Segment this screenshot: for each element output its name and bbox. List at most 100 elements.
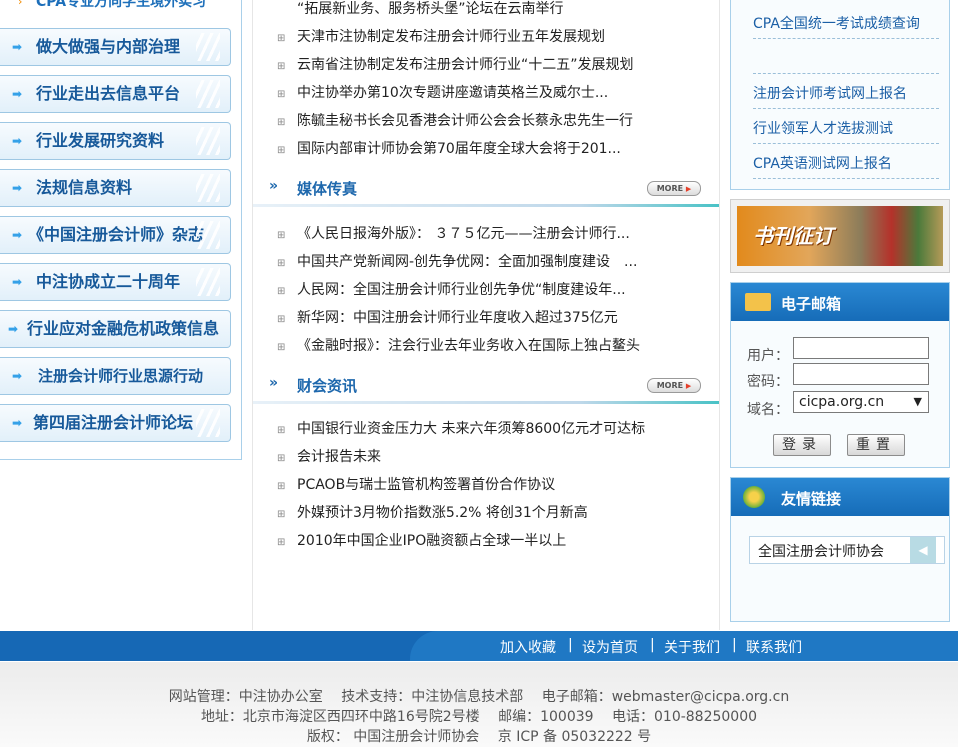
news-item[interactable]: “拓展新业务、服务桥头堡”论坛在云南举行 [277, 0, 564, 18]
footer-links: 加入收藏 | 设为首页 | 关于我们 | 联系我们 [410, 631, 958, 661]
link-english-test[interactable]: CPA英语测试网上报名 [753, 150, 939, 179]
footer-bar: 加入收藏 | 设为首页 | 关于我们 | 联系我们 [0, 631, 958, 661]
footer-link-bookmark[interactable]: 加入收藏 [500, 637, 556, 657]
bullet-icon: ⊞ [277, 342, 286, 353]
bullet-icon: ⊞ [277, 481, 286, 492]
footer-copyright-line: 版权： 中国注册会计师协会 京 ICP 备 05032222 号 [306, 729, 652, 745]
news-item[interactable]: ⊞ 新华网：中国注册会计师行业年度收入超过375亿元 [277, 307, 618, 327]
nav-item-governance[interactable]: ➡ 做大做强与内部治理 [0, 28, 231, 66]
domain-select[interactable]: cicpa.org.cn ▼ [793, 391, 929, 413]
news-item[interactable]: ⊞ 国际内部审计师协会第70届年度全球大会将于201... [277, 138, 621, 158]
arrow-icon: ➡ [12, 275, 23, 289]
decor-stripes [196, 33, 220, 61]
nav-item-label: 法规信息资料 [36, 178, 133, 197]
bullet-icon: ⊞ [277, 453, 286, 464]
news-title: “拓展新业务、服务桥头堡”论坛在云南举行 [297, 1, 564, 17]
selected-link: 全国注册会计师协会 [758, 544, 884, 560]
scroll-left-icon[interactable]: ◀ [910, 537, 936, 563]
decor-stripes [196, 221, 220, 249]
news-item[interactable]: ⊞ 会计报告未来 [277, 446, 381, 466]
news-item[interactable]: ⊞ 中注协举办第10次专题讲座邀请英格兰及威尔士... [277, 82, 608, 102]
news-title: 新华网：中国注册会计师行业年度收入超过375亿元 [297, 310, 618, 326]
news-item[interactable]: ⊞ 人民网：全国注册会计师行业创先争优“制度建设年... [277, 279, 626, 299]
arrow-icon: › [18, 0, 23, 8]
arrow-icon: ➡ [12, 228, 23, 242]
reset-button[interactable]: 重置 [847, 434, 905, 456]
footer-link-homepage[interactable]: 设为首页 [582, 637, 638, 657]
arrow-icon: ▶ [685, 382, 692, 390]
news-title: 外媒预计3月物价指数涨5.2% 将创31个月新高 [297, 505, 588, 521]
bullet-icon: ⊞ [277, 258, 286, 269]
news-title: 会计报告未来 [297, 449, 381, 465]
news-title: 人民网：全国注册会计师行业创先争优“制度建设年... [297, 282, 626, 298]
left-nav: › CPA专业方向学生境外实习 ➡ 做大做强与内部治理 ➡ 行业走出去信息平台 … [0, 0, 242, 460]
news-item[interactable]: ⊞ 《人民日报海外版》： ３７５亿元——注册会计师行... [277, 223, 630, 243]
nav-item-research[interactable]: ➡ 行业发展研究资料 [0, 122, 231, 160]
arrow-icon: ➡ [12, 181, 23, 195]
news-title: 中注协举办第10次专题讲座邀请英格兰及威尔士... [297, 85, 609, 101]
nav-item-label: 第四届注册会计师论坛 [33, 413, 194, 432]
footer-address-line: 地址：北京市海淀区西四环中路16号院2号楼 邮编：100039 电话：010-8… [200, 709, 758, 725]
nav-item-anniversary[interactable]: ➡ 中注协成立二十周年 [0, 263, 231, 301]
subscription-banner[interactable]: 书刊征订 [730, 199, 950, 273]
news-column: “拓展新业务、服务桥头堡”论坛在云南举行 ⊞ 天津市注协制定发布注册会计师行业五年… [252, 0, 720, 630]
news-title: 云南省注协制定发布注册会计师行业“十二五”发展规划 [297, 57, 634, 73]
panel-title: 友情链接 [781, 490, 842, 508]
quick-links-panel: CPA全国统一考试成绩查询 注册会计师考试网上报名 行业领军人才选拔测试 CPA… [730, 0, 950, 190]
news-item[interactable]: ⊞ 陈毓圭秘书长会见香港会计师公会会长蔡永忠先生一行 [277, 110, 633, 130]
nav-item-siyuan[interactable]: ➡ 注册会计师行业思源行动 [0, 357, 231, 395]
link-talent-test[interactable]: 行业领军人才选拔测试 [753, 115, 939, 144]
section-header-finance: » 财会资讯 MORE ▶ [253, 373, 719, 404]
more-button[interactable]: MORE ▶ [647, 378, 701, 393]
footer-separator: | [650, 637, 655, 653]
link-cpa-score-query[interactable]: CPA全国统一考试成绩查询 [753, 10, 939, 39]
footer-separator: | [568, 637, 573, 653]
envelope-icon [745, 293, 771, 311]
news-item[interactable]: ⊞ 2010年中国企业IPO融资额占全球一半以上 [277, 530, 566, 550]
arrow-icon: ➡ [12, 87, 23, 101]
news-item[interactable]: ⊞ PCAOB与瑞士监管机构签署首份合作协议 [277, 474, 555, 494]
bullet-icon: ⊞ [277, 117, 286, 128]
arrow-icon: ➡ [12, 369, 23, 383]
news-item[interactable]: ⊞ 云南省注协制定发布注册会计师行业“十二五”发展规划 [277, 54, 634, 74]
nav-item-label: CPA专业方向学生境外实习 [36, 0, 207, 10]
link-exam-registration[interactable]: 注册会计师考试网上报名 [753, 80, 939, 109]
username-input[interactable] [793, 337, 929, 359]
footer-link-about[interactable]: 关于我们 [664, 637, 720, 657]
login-button[interactable]: 登录 [773, 434, 831, 456]
nav-item-crisis-policy[interactable]: ➡ 行业应对金融危机政策信息 [0, 310, 231, 348]
section-title: 媒体传真 [297, 180, 358, 198]
news-title: 国际内部审计师协会第70届年度全球大会将于201... [297, 141, 621, 157]
decor-stripes [196, 409, 220, 437]
nav-item-magazine[interactable]: ➡ 《中国注册会计师》杂志 [0, 216, 231, 254]
news-item[interactable]: ⊞ 中国共产党新闻网-创先争优网：全面加强制度建设 ... [277, 251, 637, 271]
domain-label: 域名： [747, 402, 789, 418]
nav-item-going-out[interactable]: ➡ 行业走出去信息平台 [0, 75, 231, 113]
footer-link-contact[interactable]: 联系我们 [746, 637, 802, 657]
chevron-down-icon: ▼ [913, 395, 922, 408]
arrow-icon: ➡ [12, 40, 23, 54]
friend-links-header: 友情链接 [731, 478, 949, 516]
decor-stripes [196, 174, 220, 202]
nav-item-label: 《中国注册会计师》杂志 [28, 225, 205, 244]
more-button[interactable]: MORE ▶ [647, 181, 701, 196]
bullet-icon: ⊞ [277, 230, 286, 241]
link-blank[interactable] [753, 45, 939, 74]
nav-item-regulations[interactable]: ➡ 法规信息资料 [0, 169, 231, 207]
news-item[interactable]: ⊞ 中国银行业资金压力大 未来六年须筹8600亿元才可达标 [277, 418, 645, 438]
section-header-media: » 媒体传真 MORE ▶ [253, 176, 719, 207]
friend-links-panel: 友情链接 全国注册会计师协会 ◀ [730, 477, 950, 622]
arrow-icon: ➡ [8, 322, 19, 336]
nav-item-top[interactable]: › CPA专业方向学生境外实习 [0, 0, 231, 14]
email-panel-header: 电子邮箱 [731, 283, 949, 321]
arrow-icon: ▶ [685, 185, 692, 193]
friend-links-select[interactable]: 全国注册会计师协会 ◀ [749, 536, 945, 564]
bullet-icon: ⊞ [277, 425, 286, 436]
news-item[interactable]: ⊞ 天津市注协制定发布注册会计师行业五年发展规划 [277, 26, 605, 46]
right-column: CPA全国统一考试成绩查询 注册会计师考试网上报名 行业领军人才选拔测试 CPA… [728, 0, 950, 630]
nav-item-forum[interactable]: ➡ 第四届注册会计师论坛 [0, 404, 231, 442]
news-item[interactable]: ⊞ 《金融时报》：注会行业去年业务收入在国际上独占鳌头 [277, 335, 640, 355]
password-input[interactable] [793, 363, 929, 385]
news-item[interactable]: ⊞ 外媒预计3月物价指数涨5.2% 将创31个月新高 [277, 502, 588, 522]
bullet-icon: ⊞ [277, 33, 286, 44]
